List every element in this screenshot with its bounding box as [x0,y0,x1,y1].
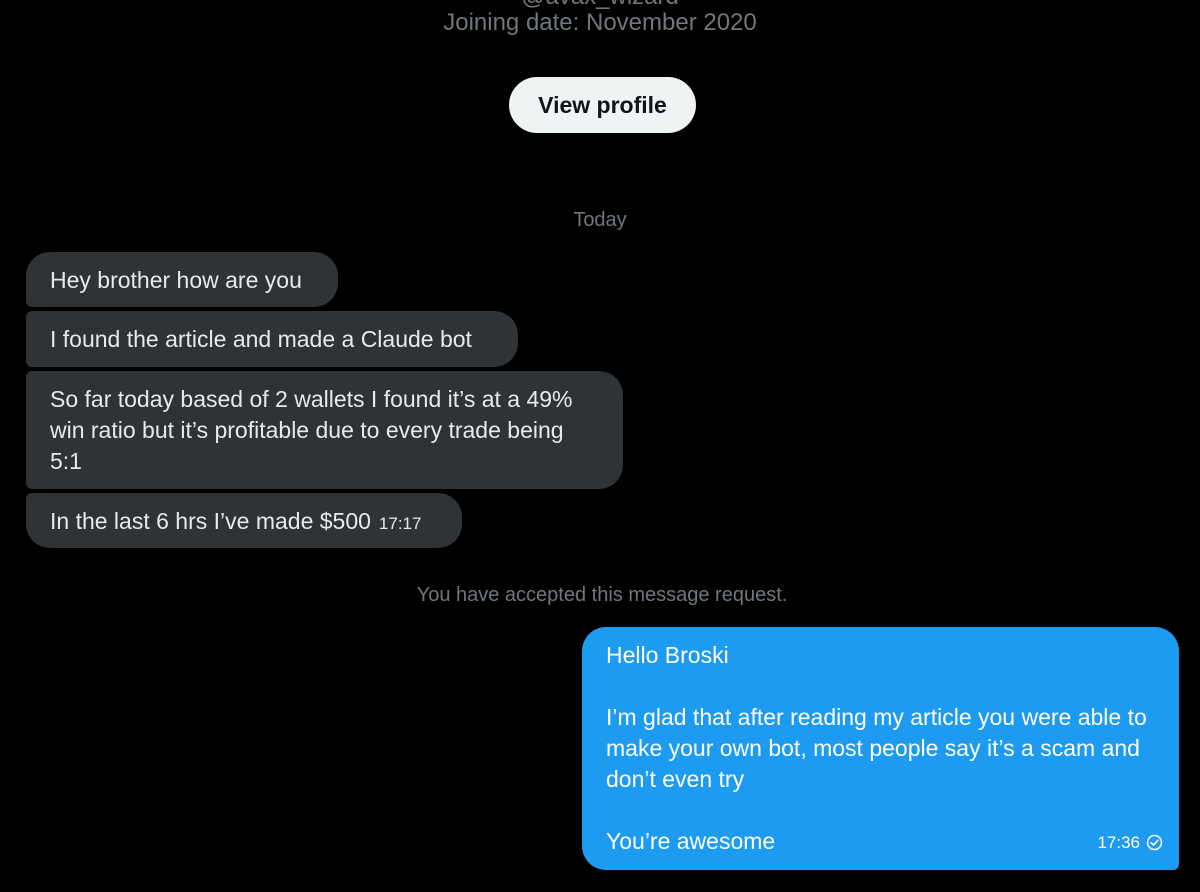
message-text: In the last 6 hrs I’ve made $500 [50,508,371,534]
message-text-greeting: Hello Broski [606,642,729,668]
message-text-body: I’m glad that after reading my article y… [606,704,1147,792]
view-profile-button[interactable]: View profile [509,77,696,133]
message-text: I found the article and made a Claude bo… [50,326,472,352]
day-separator: Today [573,209,627,231]
message-timestamp: 17:36 [1097,833,1140,852]
check-circle-icon [1146,834,1163,851]
message-meta: 17:36 [1097,827,1163,858]
message-text: Hey brother how are you [50,267,302,293]
incoming-message[interactable]: I found the article and made a Claude bo… [26,311,518,367]
message-timestamp: 17:17 [378,514,422,533]
joining-date: Joining date: November 2020 [443,9,757,36]
dm-conversation: @avax_wizard Joining date: November 2020… [0,0,1200,892]
message-text-closing: You’re awesome [606,828,776,854]
incoming-message[interactable]: In the last 6 hrs I’ve made $500 17:17 [26,493,462,548]
outgoing-message[interactable]: Hello Broski I’m glad that after reading… [582,627,1179,870]
message-request-notice: You have accepted this message request. [416,584,788,606]
incoming-message[interactable]: Hey brother how are you [26,252,338,307]
message-text: So far today based of 2 wallets I found … [50,386,573,474]
incoming-message[interactable]: So far today based of 2 wallets I found … [26,371,623,489]
